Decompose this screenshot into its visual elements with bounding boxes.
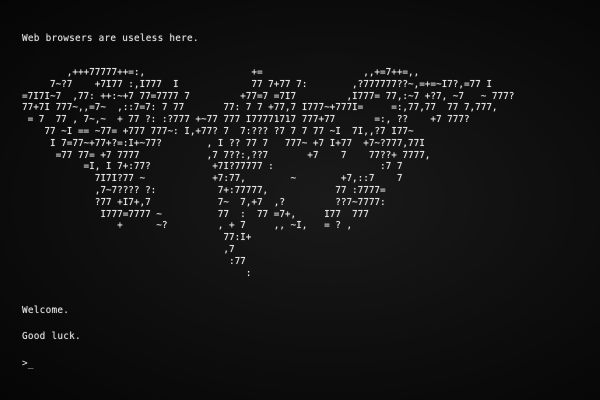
- header-message: Web browsers are useless here.: [22, 33, 199, 44]
- command-prompt[interactable]: >_: [22, 358, 34, 370]
- terminal-screen[interactable]: Web browsers are useless here. ,+++77777…: [0, 0, 600, 400]
- ascii-art-logo: ,+++77777++=:, += ,,+=7++=,, 7~?7 +7I77 …: [22, 67, 515, 279]
- cursor: _: [27, 358, 34, 369]
- good-luck-message: Good luck.: [22, 331, 81, 342]
- welcome-message: Welcome.: [22, 305, 70, 316]
